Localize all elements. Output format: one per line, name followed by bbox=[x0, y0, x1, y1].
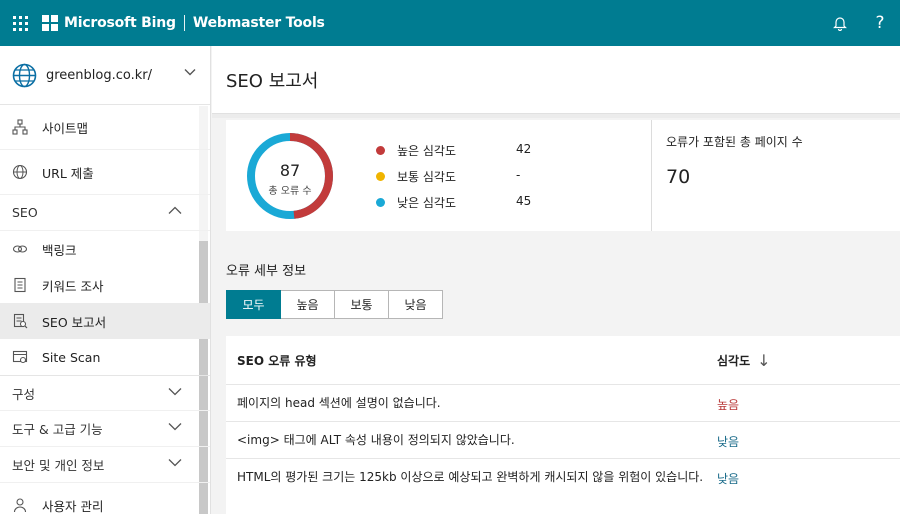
error-type-cell: 페이지의 head 섹션에 설명이 없습니다. bbox=[237, 396, 441, 410]
filter-medium[interactable]: 보통 bbox=[335, 290, 389, 319]
brand[interactable]: Microsoft Bing Webmaster Tools bbox=[42, 15, 325, 31]
main-content: SEO 보고서 87 총 오류 수 높은 심각도 42 보통 심각도 - 낮은 … bbox=[212, 46, 900, 514]
error-type-cell: <img> 태그에 ALT 속성 내용이 정의되지 않았습니다. bbox=[237, 433, 515, 447]
table-row[interactable]: HTML의 평가된 크기는 125kb 이상으로 예상되고 완벽하게 캐시되지 … bbox=[226, 458, 900, 514]
header-shadow bbox=[212, 114, 900, 118]
link-icon bbox=[12, 241, 28, 257]
document-icon bbox=[12, 277, 28, 293]
pages-with-errors-card: 오류가 포함된 총 페이지 수 70 bbox=[652, 120, 900, 231]
sidebar-item-label: 키워드 조사 bbox=[42, 278, 104, 294]
globe-icon bbox=[12, 164, 28, 180]
sidebar-item-backlinks[interactable]: 백링크 bbox=[0, 231, 210, 267]
chevron-down-icon bbox=[168, 459, 182, 467]
error-details-title: 오류 세부 정보 bbox=[226, 264, 307, 279]
filter-low[interactable]: 낮음 bbox=[389, 290, 443, 319]
chevron-down-icon bbox=[184, 69, 196, 76]
error-summary-card: 87 총 오류 수 높은 심각도 42 보통 심각도 - 낮은 심각도 45 bbox=[226, 120, 652, 231]
legend-high: 높은 심각도 bbox=[376, 140, 456, 160]
legend-dot bbox=[376, 145, 385, 155]
chevron-up-icon bbox=[168, 206, 182, 214]
table-row[interactable]: 페이지의 head 섹션에 설명이 없습니다. 높음 bbox=[226, 384, 900, 421]
site-name: greenblog.co.kr/ bbox=[46, 67, 153, 83]
severity-filter: 모두 높음 보통 낮음 bbox=[226, 290, 443, 319]
column-header-error-type[interactable]: SEO 오류 유형 bbox=[237, 336, 317, 384]
severity-cell: 낮음 bbox=[717, 472, 740, 486]
brand-name: Microsoft Bing bbox=[64, 15, 176, 31]
legend-medium: 보통 심각도 bbox=[376, 166, 456, 186]
legend-label: 보통 심각도 bbox=[397, 169, 457, 184]
column-header-severity[interactable]: 심각도 ↓ bbox=[717, 336, 771, 384]
bell-icon[interactable] bbox=[820, 0, 860, 46]
sidebar-item-sitemap[interactable]: 사이트맵 bbox=[0, 105, 210, 150]
page-title: SEO 보고서 bbox=[226, 70, 319, 92]
legend-value: - bbox=[516, 168, 521, 182]
section-configuration[interactable]: 구성 bbox=[0, 375, 210, 411]
legend-value: 42 bbox=[516, 142, 532, 156]
pages-with-errors-value: 70 bbox=[666, 166, 691, 188]
section-label: 도구 & 고급 기능 bbox=[12, 422, 103, 437]
globe-icon bbox=[12, 63, 37, 87]
sidebar-item-url-submission[interactable]: URL 제출 bbox=[0, 150, 210, 195]
sitemap-icon bbox=[12, 119, 28, 135]
sidebar-item-label: Site Scan bbox=[42, 349, 101, 365]
page-header: SEO 보고서 bbox=[212, 46, 900, 114]
scan-icon bbox=[12, 349, 28, 365]
help-glyph: ? bbox=[875, 13, 885, 33]
sidebar-item-user-management[interactable]: 사용자 관리 bbox=[0, 483, 210, 514]
severity-cell: 높음 bbox=[717, 398, 740, 412]
error-details-table: SEO 오류 유형 심각도 ↓ 페이지의 head 섹션에 설명이 없습니다. … bbox=[226, 336, 900, 514]
sidebar-item-label: SEO 보고서 bbox=[42, 314, 107, 330]
legend-dot bbox=[376, 171, 385, 181]
sidebar-item-label: 사용자 관리 bbox=[42, 498, 104, 514]
legend-label: 높은 심각도 bbox=[397, 143, 457, 158]
chevron-down-icon bbox=[168, 423, 182, 431]
total-errors-value: 87 bbox=[279, 161, 301, 180]
sidebar-item-label: URL 제출 bbox=[42, 165, 94, 181]
sidebar: greenblog.co.kr/ 사이트맵 URL 제출 SEO 백링크 키워드… bbox=[0, 46, 211, 514]
legend-label: 낮은 심각도 bbox=[397, 195, 457, 210]
section-tools[interactable]: 도구 & 고급 기능 bbox=[0, 411, 210, 447]
legend-value: 45 bbox=[516, 194, 532, 208]
section-security-privacy[interactable]: 보안 및 개인 정보 bbox=[0, 447, 210, 483]
sidebar-item-site-scan[interactable]: Site Scan bbox=[0, 339, 210, 375]
legend-dot bbox=[376, 197, 385, 207]
legend-low: 낮은 심각도 bbox=[376, 192, 456, 212]
help-icon[interactable]: ? bbox=[860, 0, 900, 46]
column-header-label: 심각도 bbox=[717, 353, 751, 368]
section-label: 구성 bbox=[12, 386, 36, 402]
sidebar-item-label: 사이트맵 bbox=[42, 120, 89, 136]
user-icon bbox=[12, 497, 28, 513]
product-name: Webmaster Tools bbox=[192, 15, 325, 31]
sidebar-item-seo-report[interactable]: SEO 보고서 bbox=[0, 303, 210, 339]
filter-high[interactable]: 높음 bbox=[281, 290, 335, 319]
section-label: 보안 및 개인 정보 bbox=[12, 458, 105, 473]
app-launcher-icon[interactable] bbox=[0, 0, 40, 46]
brand-divider bbox=[183, 15, 185, 31]
filter-all[interactable]: 모두 bbox=[226, 290, 281, 319]
severity-cell: 낮음 bbox=[717, 435, 740, 449]
chevron-down-icon bbox=[168, 388, 182, 396]
error-type-cell: HTML의 평가된 크기는 125kb 이상으로 예상되고 완벽하게 캐시되지 … bbox=[237, 470, 704, 484]
table-row[interactable]: <img> 태그에 ALT 속성 내용이 정의되지 않았습니다. 낮음 bbox=[226, 421, 900, 458]
sidebar-item-keyword-research[interactable]: 키워드 조사 bbox=[0, 267, 210, 303]
top-bar: Microsoft Bing Webmaster Tools ? bbox=[0, 0, 900, 46]
report-icon bbox=[12, 313, 28, 329]
sidebar-item-label: 백링크 bbox=[42, 242, 77, 258]
pages-with-errors-label: 오류가 포함된 총 페이지 수 bbox=[666, 135, 803, 149]
microsoft-logo-icon bbox=[42, 15, 58, 31]
total-errors-label: 총 오류 수 bbox=[268, 186, 312, 197]
site-picker[interactable]: greenblog.co.kr/ bbox=[0, 46, 210, 105]
sort-descending-icon[interactable]: ↓ bbox=[757, 351, 770, 370]
section-seo[interactable]: SEO bbox=[0, 195, 210, 231]
section-label: SEO bbox=[12, 205, 38, 220]
